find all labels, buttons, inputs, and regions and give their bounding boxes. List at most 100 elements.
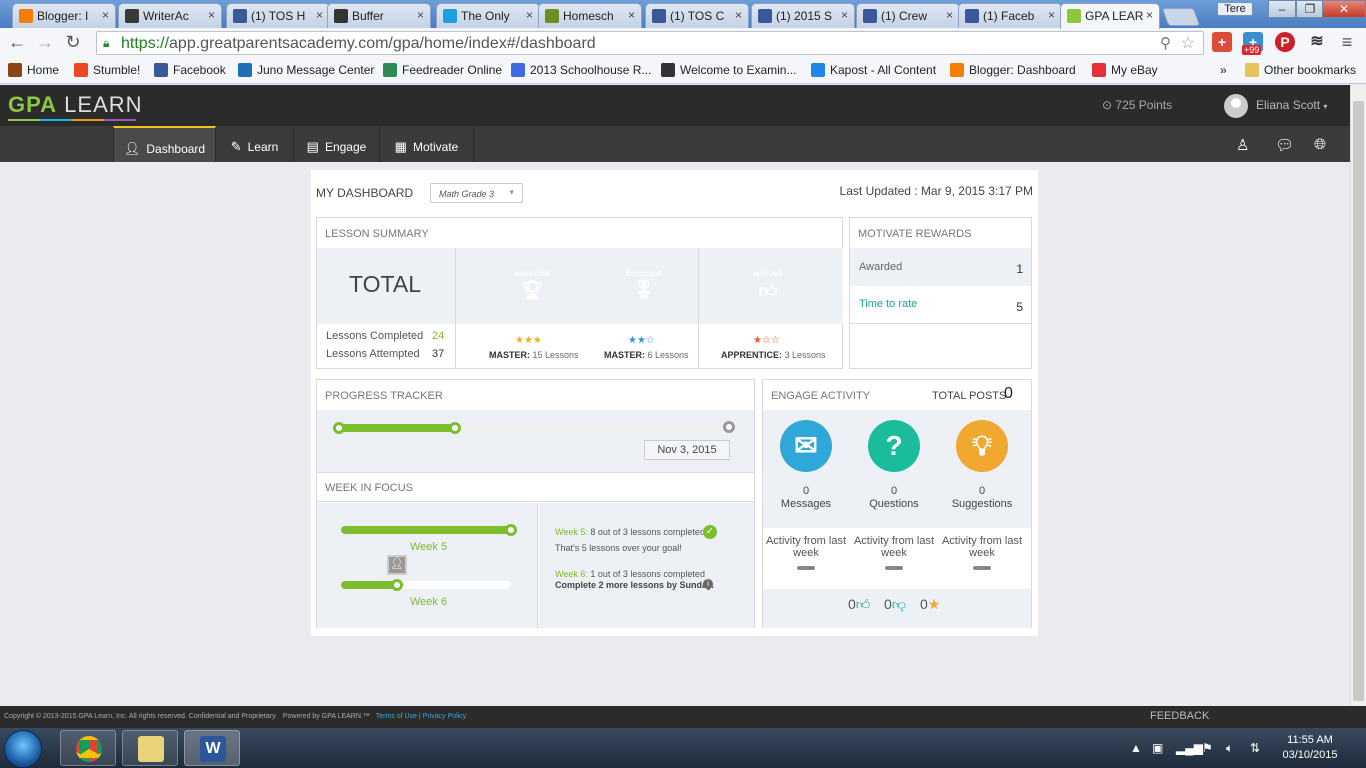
bookmark-item[interactable]: My eBay [1092, 63, 1158, 77]
points-display: ⊙ 725 Points [1102, 98, 1172, 112]
browser-user-button[interactable]: Tere [1217, 2, 1253, 16]
search-icon[interactable]: ⚲ [1160, 34, 1171, 52]
bookmark-item[interactable]: Facebook [154, 63, 226, 77]
week6-text: 1 out of 3 lessons completed [590, 569, 705, 579]
buffer-icon[interactable]: ≋ [1307, 32, 1327, 52]
signal-icon[interactable]: ▂▄▆ [1176, 741, 1203, 755]
browser-tab[interactable]: Homesch × [538, 3, 642, 28]
facebook-icon [233, 9, 247, 23]
suggestions-activity-label: Activity from last week [941, 535, 1023, 559]
browser-tab[interactable]: (1) Faceb × [958, 3, 1062, 28]
nav-tab-learn[interactable]: ✎ Learn [216, 126, 294, 162]
system-clock[interactable]: 11:55 AM 03/10/2015 [1280, 733, 1340, 763]
browser-tab[interactable]: (1) 2015 S × [751, 3, 855, 28]
close-window-button[interactable]: ✕ [1322, 0, 1366, 18]
close-tab-icon[interactable]: × [208, 8, 215, 22]
logo-part-b: LEARN [64, 92, 143, 117]
chrome-taskbar-button[interactable] [60, 730, 116, 766]
bookmark-item[interactable]: Juno Message Center [238, 63, 374, 77]
close-tab-icon[interactable]: × [841, 8, 848, 22]
other-bookmarks[interactable]: Other bookmarks [1245, 63, 1356, 77]
reload-icon[interactable]: ↻ [62, 32, 84, 53]
browser-tab[interactable]: (1) TOS H × [226, 3, 330, 28]
menu-icon[interactable]: ≡ [1337, 32, 1357, 52]
bookmark-item[interactable]: Blogger: Dashboard [950, 63, 1076, 77]
bookmark-item[interactable]: Kapost - All Content [811, 63, 936, 77]
questions-label: Questions [869, 498, 919, 510]
grade-select[interactable]: Math Grade 3 ▾ [430, 183, 523, 203]
browser-tab[interactable]: GPA LEAR × [1060, 3, 1160, 29]
close-tab-icon[interactable]: × [316, 8, 323, 22]
minimize-button[interactable]: – [1268, 0, 1296, 18]
motivate-rewards-header: MOTIVATE REWARDS [858, 228, 972, 240]
volume-icon[interactable]: 🔈︎ [1226, 741, 1233, 756]
close-tab-icon[interactable]: × [1048, 8, 1055, 22]
nav-tab-engage[interactable]: ▤ Engage [294, 126, 380, 162]
tray-arrow-icon[interactable]: ▲ [1130, 741, 1142, 755]
close-tab-icon[interactable]: × [526, 8, 533, 22]
page-scrollbar[interactable] [1350, 85, 1366, 706]
pinterest-icon[interactable]: P [1275, 32, 1295, 52]
question-icon[interactable]: ? [868, 420, 920, 472]
clock-time: 11:55 AM [1287, 734, 1333, 746]
badge-name: ROCKSTAR [515, 272, 549, 278]
schoolhouse-icon [511, 63, 525, 77]
avatar[interactable] [1224, 94, 1248, 118]
scrollbar-thumb[interactable] [1353, 101, 1364, 701]
user-menu[interactable]: Eliana Scott ▾ [1256, 98, 1327, 112]
close-tab-icon[interactable]: × [1146, 8, 1153, 22]
browser-tab[interactable]: (1) Crew × [856, 3, 960, 28]
maximize-button[interactable]: ❐ [1296, 0, 1324, 18]
explorer-taskbar-button[interactable] [122, 730, 178, 766]
messages-icon[interactable]: 💬︎ [1275, 136, 1294, 154]
bookmark-item[interactable]: Welcome to Examin... [661, 63, 796, 77]
browser-tab[interactable]: The Only × [436, 3, 540, 28]
nav-tab-dashboard[interactable]: 👤︎ Dashboard [113, 126, 216, 162]
back-arrow-icon[interactable]: ← [6, 32, 28, 53]
terms-link[interactable]: Terms of Use [376, 713, 417, 720]
gpa-learn-logo[interactable]: GPA LEARN [8, 92, 143, 121]
nav-tab-motivate[interactable]: ▦ Motivate [380, 126, 474, 162]
thumbs-up-icon: 👍︎ [855, 596, 871, 612]
bookmark-item[interactable]: Stumble! [74, 63, 140, 77]
close-tab-icon[interactable]: × [946, 8, 953, 22]
privacy-link[interactable]: Privacy Policy [423, 713, 467, 720]
bookmark-item[interactable]: Feedreader Online [383, 63, 502, 77]
google-plus-icon[interactable]: + [1212, 32, 1232, 52]
more-bookmarks-button[interactable]: » [1220, 63, 1227, 77]
forward-arrow-icon[interactable]: → [34, 32, 56, 53]
info-icon[interactable]: i [703, 579, 713, 589]
gpa-icon [1067, 9, 1081, 23]
globe-icon[interactable]: 🌐︎ [1314, 136, 1326, 153]
bookmark-star-icon[interactable]: ☆ [1181, 33, 1195, 53]
address-bar[interactable]: 🔒︎ https://app.greatparentsacademy.com/g… [96, 31, 1204, 55]
browser-tab[interactable]: WriterAc × [118, 3, 222, 28]
bookmark-item[interactable]: 2013 Schoolhouse R... [511, 63, 651, 77]
tray-app-icon[interactable]: ▣ [1152, 741, 1163, 755]
tab-label: GPA LEAR [1085, 9, 1144, 23]
browser-tab[interactable]: (1) TOS C × [645, 3, 749, 28]
close-tab-icon[interactable]: × [628, 8, 635, 22]
close-tab-icon[interactable]: × [735, 8, 742, 22]
close-tab-icon[interactable]: × [102, 8, 109, 22]
sync-icon[interactable]: ⇅ [1250, 741, 1260, 755]
bookmark-label: Kapost - All Content [830, 63, 937, 77]
start-button[interactable] [4, 730, 42, 768]
ebay-icon [1092, 63, 1106, 77]
word-taskbar-button[interactable]: W [184, 730, 240, 766]
lightbulb-icon[interactable]: 💡︎ [956, 420, 1008, 472]
feedback-button[interactable]: FEEDBACK [1150, 710, 1209, 722]
family-icon[interactable]: ♙ [1236, 136, 1249, 154]
excellent-badge: EXCELLENT 🎖︎ [619, 264, 669, 314]
time-to-rate-link[interactable]: Time to rate [859, 298, 917, 310]
browser-tab[interactable]: Buffer × [327, 3, 431, 28]
browser-tab[interactable]: Blogger: I × [12, 3, 116, 28]
progress-current-knob[interactable] [449, 422, 461, 434]
new-tab-button[interactable] [1161, 8, 1201, 26]
flag-icon[interactable]: ⚑ [1202, 741, 1213, 755]
envelope-icon[interactable]: ✉ [780, 420, 832, 472]
close-tab-icon[interactable]: × [417, 8, 424, 22]
bookmark-item[interactable]: Home [8, 63, 59, 77]
messages-label: Messages [780, 498, 832, 510]
bookmark-label: Welcome to Examin... [680, 63, 797, 77]
